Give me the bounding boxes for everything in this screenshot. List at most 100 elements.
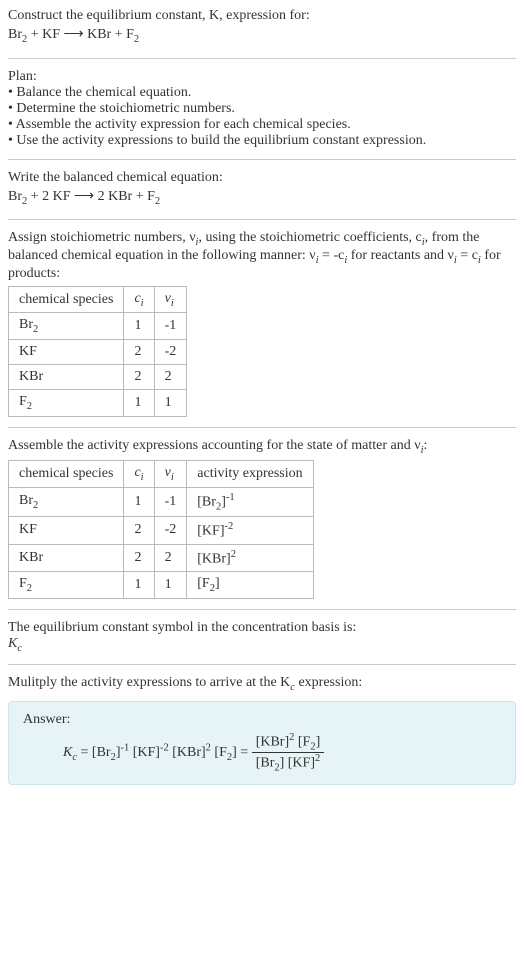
assign-section: Assign stoichiometric numbers, νi, using…	[8, 230, 516, 417]
cell-v: -1	[154, 313, 187, 340]
cell-v: -1	[154, 487, 187, 516]
den-part: ] [KF]	[280, 756, 315, 771]
text-part: Assemble the activity expressions accoun…	[8, 438, 421, 453]
act: [F	[197, 576, 209, 591]
table-row: KBr 2 2	[9, 365, 187, 390]
act-exp: 2	[231, 549, 236, 560]
text-part: :	[424, 438, 428, 453]
multiply-section: Mulitply the activity expressions to arr…	[8, 675, 516, 693]
sp-sub: 2	[33, 500, 38, 511]
cell-v: 2	[154, 365, 187, 390]
plan-section: Plan: • Balance the chemical equation. •…	[8, 69, 516, 149]
text-part: = -c	[319, 248, 345, 263]
k-sym: K	[8, 636, 17, 651]
col-v: νi	[154, 286, 187, 313]
text-part: Mulitply the activity expressions to arr…	[8, 675, 290, 690]
plan-bullet: • Balance the chemical equation.	[8, 85, 516, 101]
sp: Br	[19, 493, 33, 508]
table-row: F2 1 1	[9, 390, 187, 417]
stoich-table: chemical species ci νi Br2 1 -1 KF 2 -2 …	[8, 286, 187, 417]
balanced-equation: Br2 + 2 KF ⟶ 2 KBr + F2	[8, 186, 516, 210]
text-part: for reactants and ν	[347, 248, 454, 263]
col-species: chemical species	[9, 286, 124, 313]
plan-header: Plan:	[8, 69, 516, 85]
text-part: expression:	[295, 675, 362, 690]
activity-table: chemical species ci νi activity expressi…	[8, 460, 314, 599]
answer-label: Answer:	[23, 712, 501, 728]
table-row: KBr 2 2 [KBr]2	[9, 544, 314, 572]
cell-activity: [F2]	[187, 572, 313, 599]
cell-species: KBr	[9, 365, 124, 390]
cell-c: 2	[124, 517, 154, 545]
cell-species: F2	[9, 390, 124, 417]
activity-text: Assemble the activity expressions accoun…	[8, 438, 516, 456]
sp-sub: 2	[33, 324, 38, 335]
subscript-i: i	[141, 472, 144, 483]
eq-part: Br	[8, 189, 22, 204]
exp: -1	[121, 742, 130, 753]
col-c: ci	[124, 286, 154, 313]
answer-equation: Kc = [Br2]-1 [KF]-2 [KBr]2 [F2] = [KBr]2…	[23, 732, 501, 774]
table-row: Br2 1 -1	[9, 313, 187, 340]
cell-c: 1	[124, 390, 154, 417]
table-row: KF 2 -2	[9, 340, 187, 365]
symbol-kc: Kc	[8, 636, 516, 654]
fraction: [KBr]2 [F2] [Br2] [KF]2	[252, 732, 325, 774]
cell-v: -2	[154, 340, 187, 365]
act-exp: -1	[226, 492, 235, 503]
act-close: ]	[215, 576, 220, 591]
eq-part: ] =	[232, 745, 252, 760]
intro-section: Construct the equilibrium constant, K, e…	[8, 8, 516, 48]
intro-text: Construct the equilibrium constant, K, e…	[8, 8, 310, 23]
intro-line1: Construct the equilibrium constant, K, e…	[8, 8, 516, 24]
cell-species: KF	[9, 517, 124, 545]
cell-c: 1	[124, 487, 154, 516]
exp: -2	[160, 742, 169, 753]
eq-part: = [Br	[77, 745, 111, 760]
cell-v: 2	[154, 544, 187, 572]
intro-equation: Br2 + KF ⟶ KBr + F2	[8, 24, 516, 48]
cell-c: 2	[124, 544, 154, 572]
k-sub: c	[17, 643, 22, 654]
cell-c: 2	[124, 340, 154, 365]
cell-species: Br2	[9, 313, 124, 340]
num-part: [KBr]	[256, 734, 289, 749]
activity-section: Assemble the activity expressions accoun…	[8, 438, 516, 599]
col-activity: activity expression	[187, 460, 313, 487]
subscript-i: i	[171, 297, 174, 308]
eq-part: + KF ⟶ KBr + F	[27, 27, 134, 42]
act: [Br	[197, 494, 216, 509]
cell-v: 1	[154, 390, 187, 417]
table-row: KF 2 -2 [KF]-2	[9, 517, 314, 545]
sp-sub: 2	[27, 583, 32, 594]
sp: F	[19, 394, 27, 409]
cell-species: F2	[9, 572, 124, 599]
eq-part: + 2 KF ⟶ 2 KBr + F	[27, 189, 155, 204]
cell-species: KBr	[9, 544, 124, 572]
subscript-2: 2	[134, 34, 139, 45]
eq-part: [KBr]	[169, 745, 206, 760]
subscript-2: 2	[155, 195, 160, 206]
text-part: = c	[457, 248, 478, 263]
k-sym: K	[63, 745, 72, 760]
subscript-i: i	[171, 472, 174, 483]
eq-part: [KF]	[129, 745, 160, 760]
cell-species: Br2	[9, 487, 124, 516]
assign-text: Assign stoichiometric numbers, νi, using…	[8, 230, 516, 282]
answer-box: Answer: Kc = [Br2]-1 [KF]-2 [KBr]2 [F2] …	[8, 701, 516, 785]
den-part: [Br	[256, 756, 275, 771]
multiply-text: Mulitply the activity expressions to arr…	[8, 675, 516, 693]
cell-c: 2	[124, 365, 154, 390]
table-row: F2 1 1 [F2]	[9, 572, 314, 599]
num-part: [F	[294, 734, 310, 749]
cell-v: 1	[154, 572, 187, 599]
cell-c: 1	[124, 313, 154, 340]
plan-bullet: • Use the activity expressions to build …	[8, 133, 516, 149]
cell-c: 1	[124, 572, 154, 599]
eq-part: Br	[8, 27, 22, 42]
act: [KF]	[197, 524, 224, 539]
plan-bullet: • Determine the stoichiometric numbers.	[8, 101, 516, 117]
sp-sub: 2	[27, 401, 32, 412]
numerator: [KBr]2 [F2]	[252, 732, 325, 753]
cell-activity: [Br2]-1	[187, 487, 313, 516]
